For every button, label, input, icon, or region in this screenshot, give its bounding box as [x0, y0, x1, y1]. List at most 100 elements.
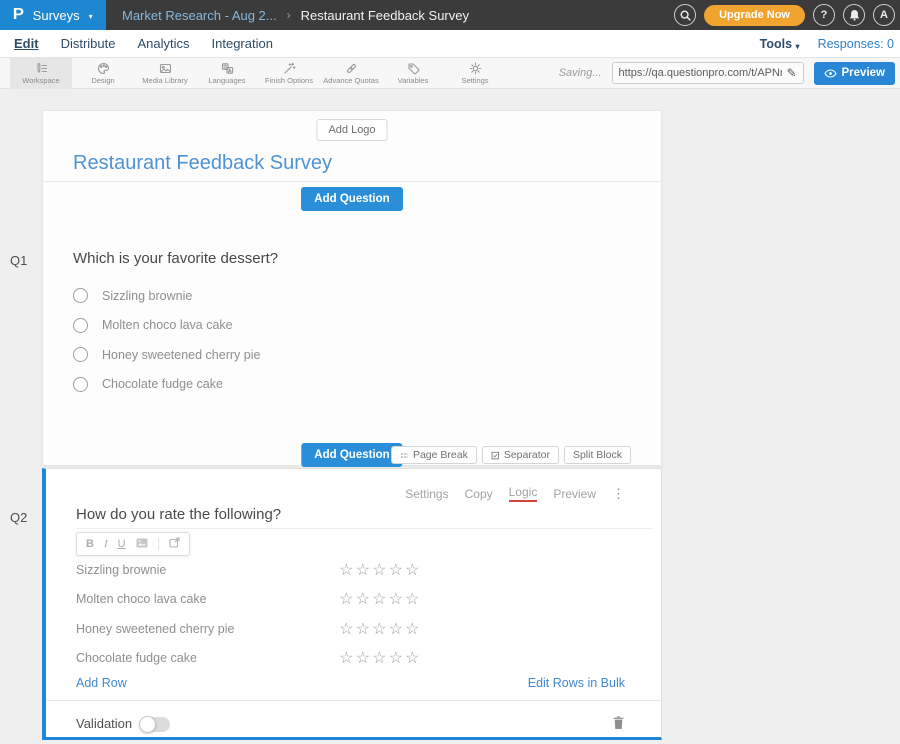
edit-rows-in-bulk-link[interactable]: Edit Rows in Bulk: [528, 676, 625, 690]
star-icon[interactable]: ☆: [388, 648, 405, 668]
q1-option-row[interactable]: Honey sweetened cherry pie: [73, 340, 260, 370]
settings-icon: [469, 62, 482, 75]
page-break-button[interactable]: Page Break: [391, 446, 477, 464]
surveys-product-menu[interactable]: P Surveys ▾: [0, 0, 106, 30]
star-icon[interactable]: ☆: [388, 619, 405, 639]
survey-title[interactable]: Restaurant Feedback Survey: [73, 152, 332, 175]
rating-row-label[interactable]: Honey sweetened cherry pie: [76, 622, 234, 636]
radio-button[interactable]: [73, 318, 88, 333]
add-logo-button[interactable]: Add Logo: [316, 119, 387, 141]
rating-row-label[interactable]: Sizzling brownie: [76, 563, 166, 577]
star-icon[interactable]: ☆: [404, 589, 421, 609]
toolbar-item-languages[interactable]: Languages: [196, 58, 258, 89]
validation-toggle[interactable]: [140, 717, 170, 732]
toolbar-item-workspace[interactable]: Workspace: [10, 58, 72, 89]
star-icon[interactable]: ☆: [338, 619, 355, 639]
tab-distribute[interactable]: Distribute: [61, 36, 116, 51]
open-editor-button[interactable]: [169, 537, 180, 551]
avatar-initial: A: [880, 9, 888, 21]
tab-edit[interactable]: Edit: [14, 36, 39, 51]
q1-option-row[interactable]: Chocolate fudge cake: [73, 370, 260, 400]
edit-url-icon[interactable]: ✎: [786, 66, 796, 80]
star-icon[interactable]: ☆: [404, 560, 421, 580]
star-icon[interactable]: ☆: [388, 560, 405, 580]
survey-url-field[interactable]: ✎: [612, 62, 804, 84]
option-label[interactable]: Molten choco lava cake: [102, 318, 233, 332]
tab-analytics[interactable]: Analytics: [137, 36, 189, 51]
nav-right: Tools ▾ Responses: 0: [760, 37, 900, 51]
toolbar-item-advance-quotas[interactable]: Advance Quotas: [320, 58, 382, 89]
breadcrumb-survey-name[interactable]: Restaurant Feedback Survey: [301, 8, 469, 23]
star-icon[interactable]: ☆: [388, 589, 405, 609]
account-avatar[interactable]: A: [873, 4, 895, 26]
question-preview-link[interactable]: Preview: [553, 487, 596, 501]
toolbar-item-design[interactable]: Design: [72, 58, 134, 89]
star-rating: ☆☆☆☆☆: [338, 589, 421, 609]
underline-button[interactable]: U: [118, 539, 126, 550]
add-row-link[interactable]: Add Row: [76, 676, 127, 690]
delete-question-button[interactable]: [612, 715, 625, 730]
question-text-underline: [76, 528, 653, 529]
radio-button[interactable]: [73, 347, 88, 362]
q1-question-text[interactable]: Which is your favorite dessert?: [73, 250, 278, 267]
radio-button[interactable]: [73, 377, 88, 392]
separator-button[interactable]: Separator: [482, 446, 559, 464]
page-break-icon: [400, 451, 409, 460]
star-icon[interactable]: ☆: [355, 648, 372, 668]
image-icon: [136, 538, 148, 548]
star-icon[interactable]: ☆: [355, 619, 372, 639]
star-icon[interactable]: ☆: [338, 648, 355, 668]
star-icon[interactable]: ☆: [371, 589, 388, 609]
q1-option-row[interactable]: Molten choco lava cake: [73, 311, 260, 341]
bold-button[interactable]: B: [86, 539, 94, 550]
question-logic-link[interactable]: Logic: [509, 485, 538, 502]
preview-button[interactable]: Preview: [814, 62, 895, 85]
notifications-button[interactable]: [843, 4, 865, 26]
help-button[interactable]: ?: [813, 4, 835, 26]
rating-row: Sizzling brownie ☆☆☆☆☆: [46, 555, 661, 585]
survey-block-2-selected: Settings Copy Logic Preview ⋮ How do you…: [42, 468, 662, 740]
star-icon[interactable]: ☆: [371, 560, 388, 580]
option-label[interactable]: Chocolate fudge cake: [102, 377, 223, 391]
q2-question-text[interactable]: How do you rate the following?: [76, 506, 281, 523]
rating-row-label[interactable]: Chocolate fudge cake: [76, 651, 197, 665]
search-button[interactable]: [674, 4, 696, 26]
radio-button[interactable]: [73, 288, 88, 303]
star-icon[interactable]: ☆: [404, 648, 421, 668]
star-icon[interactable]: ☆: [355, 560, 372, 580]
star-icon[interactable]: ☆: [338, 589, 355, 609]
insert-image-button[interactable]: [136, 538, 148, 551]
star-icon[interactable]: ☆: [371, 648, 388, 668]
star-icon[interactable]: ☆: [338, 560, 355, 580]
star-icon[interactable]: ☆: [404, 619, 421, 639]
survey-url-input[interactable]: [619, 67, 783, 79]
trash-icon: [612, 715, 625, 730]
italic-button[interactable]: I: [104, 539, 108, 550]
question-settings-link[interactable]: Settings: [405, 487, 448, 501]
upgrade-now-button[interactable]: Upgrade Now: [704, 5, 805, 26]
option-label[interactable]: Honey sweetened cherry pie: [102, 348, 260, 362]
q1-option-row[interactable]: Sizzling brownie: [73, 281, 260, 311]
preview-label: Preview: [842, 67, 885, 79]
validation-label: Validation: [76, 716, 132, 731]
tab-integration[interactable]: Integration: [212, 36, 273, 51]
star-icon[interactable]: ☆: [355, 589, 372, 609]
question-copy-link[interactable]: Copy: [465, 487, 493, 501]
toolbar-item-settings[interactable]: Settings: [444, 58, 506, 89]
tools-menu[interactable]: Tools ▾: [760, 37, 800, 51]
option-label[interactable]: Sizzling brownie: [102, 289, 192, 303]
add-question-button-top[interactable]: Add Question: [301, 187, 402, 211]
split-block-button[interactable]: Split Block: [564, 446, 631, 464]
more-options-icon[interactable]: ⋮: [612, 487, 625, 500]
star-icon[interactable]: ☆: [371, 619, 388, 639]
toolbar-item-media-library[interactable]: Media Library: [134, 58, 196, 89]
toolbar-item-variables[interactable]: Variables: [382, 58, 444, 89]
rating-row: Molten choco lava cake ☆☆☆☆☆: [46, 585, 661, 615]
breadcrumb-folder[interactable]: Market Research - Aug 2...: [122, 8, 277, 23]
rating-row-label[interactable]: Molten choco lava cake: [76, 592, 207, 606]
toolbar-item-finish-options[interactable]: Finish Options: [258, 58, 320, 89]
product-menu-label: Surveys: [33, 8, 80, 23]
add-question-button-bottom[interactable]: Add Question: [301, 443, 402, 467]
search-icon: [680, 10, 691, 21]
responses-count[interactable]: Responses: 0: [818, 37, 894, 51]
